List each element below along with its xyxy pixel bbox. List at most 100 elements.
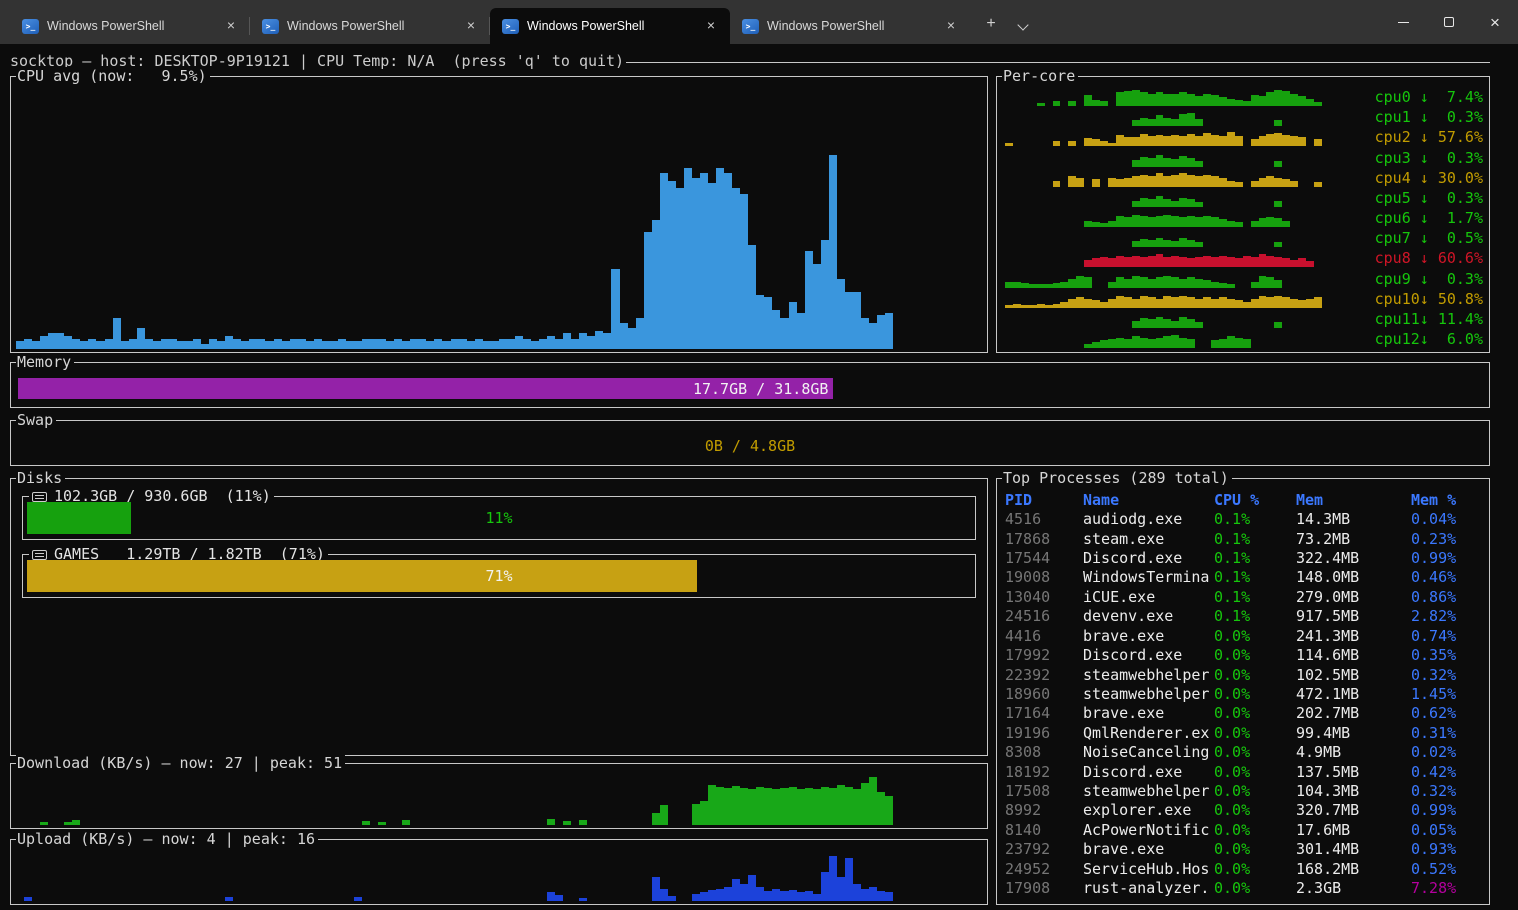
core-usage-sparkline [1005, 106, 1370, 126]
process-cell: 0.74% [1411, 627, 1483, 645]
maximize-icon [1444, 17, 1454, 27]
process-cell: 4516 [1005, 510, 1083, 528]
process-cell: 2.3GB [1296, 879, 1411, 897]
tab-windows-powershell[interactable]: >_Windows PowerShell× [730, 8, 970, 44]
tab-title: Windows PowerShell [287, 19, 452, 33]
process-cell: steamwebhelper [1083, 666, 1214, 684]
process-cell: 0.0% [1214, 724, 1296, 742]
process-cell: 0.1% [1214, 588, 1296, 606]
disks-title: Disks [16, 469, 65, 488]
core-row: cpu10↓ 50.8% [1005, 288, 1483, 308]
download-panel: Download (KB/s) — now: 27 | peak: 51 [10, 763, 988, 829]
maximize-button[interactable] [1426, 0, 1472, 44]
process-cell: 17508 [1005, 782, 1083, 800]
process-cell: 17544 [1005, 549, 1083, 567]
swap-panel: Swap 0B / 4.8GB [10, 420, 1490, 466]
process-row: 19196QmlRenderer.ex0.0%99.4MB0.31% [1005, 723, 1483, 742]
process-cell: 0.62% [1411, 704, 1483, 722]
disks-panel: Disks 102.3GB / 930.6GB (11%)11%GAMES 1.… [10, 478, 988, 756]
tab-close-icon[interactable]: × [220, 15, 242, 37]
disk-panel: 102.3GB / 930.6GB (11%)11% [22, 496, 976, 540]
core-row: cpu8 ↓ 60.6% [1005, 247, 1483, 267]
process-row: 4516audiodg.exe0.1%14.3MB0.04% [1005, 509, 1483, 528]
core-usage-label: cpu4 ↓ 30.0% [1375, 169, 1483, 187]
process-cell: steamwebhelper [1083, 782, 1214, 800]
process-cell: 0.35% [1411, 646, 1483, 664]
process-cell: 917.5MB [1296, 607, 1411, 625]
process-cell: 0.1% [1214, 549, 1296, 567]
core-row: cpu7 ↓ 0.5% [1005, 227, 1483, 247]
process-cell: 0.99% [1411, 801, 1483, 819]
process-cell: 137.5MB [1296, 763, 1411, 781]
process-row: 18960steamwebhelper0.0%472.1MB1.45% [1005, 684, 1483, 703]
process-cell: brave.exe [1083, 704, 1214, 722]
process-cell: 13040 [1005, 588, 1083, 606]
process-cell: 23792 [1005, 840, 1083, 858]
process-cell: 0.05% [1411, 821, 1483, 839]
tab-close-icon[interactable]: × [460, 15, 482, 37]
tab-windows-powershell[interactable]: >_ Windows PowerShell × [490, 8, 730, 44]
column-header: PID [1005, 491, 1083, 509]
process-cell: 99.4MB [1296, 724, 1411, 742]
tab-close-icon[interactable]: × [940, 15, 962, 37]
process-cell: 0.23% [1411, 530, 1483, 548]
new-tab-button[interactable]: + [976, 10, 1006, 40]
disk-usage-gauge: 11% [27, 502, 971, 534]
cpu-usage-chart [16, 90, 982, 349]
tab-title: Windows PowerShell [527, 19, 692, 33]
process-cell: Discord.exe [1083, 763, 1214, 781]
window-controls: × [1380, 0, 1518, 44]
process-cell: 322.4MB [1296, 549, 1411, 567]
process-cell: 0.32% [1411, 782, 1483, 800]
process-cell: 0.0% [1214, 879, 1296, 897]
process-cell: Discord.exe [1083, 646, 1214, 664]
minimize-icon [1398, 22, 1409, 23]
process-cell: devenv.exe [1083, 607, 1214, 625]
process-cell: AcPowerNotific [1083, 821, 1214, 839]
process-cell: rust-analyzer. [1083, 879, 1214, 897]
tab-dropdown-button[interactable] [1008, 10, 1038, 40]
process-cell: 8140 [1005, 821, 1083, 839]
tab-close-icon[interactable]: × [700, 15, 722, 37]
column-header: Mem [1296, 491, 1411, 509]
core-usage-sparkline [1005, 288, 1370, 308]
process-cell: brave.exe [1083, 627, 1214, 645]
terminal-screen[interactable]: socktop — host: DESKTOP-9P19121 | CPU Te… [0, 44, 1518, 910]
core-row: cpu12↓ 6.0% [1005, 328, 1483, 348]
process-cell: 19008 [1005, 568, 1083, 586]
upload-title: Upload (KB/s) — now: 4 | peak: 16 [16, 830, 318, 849]
minimize-button[interactable] [1380, 0, 1426, 44]
powershell-icon: >_ [502, 19, 519, 34]
column-header: Name [1083, 491, 1214, 509]
tab-windows-powershell[interactable]: >_Windows PowerShell× [250, 8, 490, 44]
disk-percent-label: 71% [27, 560, 971, 592]
process-cell: 4416 [1005, 627, 1083, 645]
close-button[interactable]: × [1472, 0, 1518, 44]
process-cell: explorer.exe [1083, 801, 1214, 819]
process-row: 18192Discord.exe0.0%137.5MB0.42% [1005, 762, 1483, 781]
core-usage-sparkline [1005, 86, 1370, 106]
process-row: 8992explorer.exe0.0%320.7MB0.99% [1005, 801, 1483, 820]
core-usage-sparkline [1005, 207, 1370, 227]
core-usage-sparkline [1005, 247, 1370, 267]
close-icon: × [1490, 14, 1500, 31]
core-usage-label: cpu0 ↓ 7.4% [1375, 88, 1483, 106]
process-cell: 0.0% [1214, 704, 1296, 722]
process-cell: 0.1% [1214, 607, 1296, 625]
upload-chart [16, 853, 982, 901]
process-cell: 0.86% [1411, 588, 1483, 606]
process-cell: 24516 [1005, 607, 1083, 625]
upload-panel: Upload (KB/s) — now: 4 | peak: 16 [10, 839, 988, 905]
core-usage-sparkline [1005, 328, 1370, 348]
core-usage-label: cpu11↓ 11.4% [1375, 310, 1483, 328]
tab-windows-powershell[interactable]: >_Windows PowerShell× [10, 8, 250, 44]
core-row: cpu3 ↓ 0.3% [1005, 146, 1483, 166]
process-cell: 0.0% [1214, 801, 1296, 819]
cpu-avg-panel: CPU avg (now: 9.5%) [10, 76, 988, 353]
process-row: 8140AcPowerNotific0.0%17.6MB0.05% [1005, 820, 1483, 839]
process-table-header: PIDNameCPU %MemMem % [1005, 490, 1483, 509]
tab-strip: >_Windows PowerShell×>_Windows PowerShel… [0, 6, 970, 44]
column-header: CPU % [1214, 491, 1296, 509]
core-usage-sparkline [1005, 126, 1370, 146]
process-table: PIDNameCPU %MemMem %4516audiodg.exe0.1%1… [1005, 490, 1483, 898]
